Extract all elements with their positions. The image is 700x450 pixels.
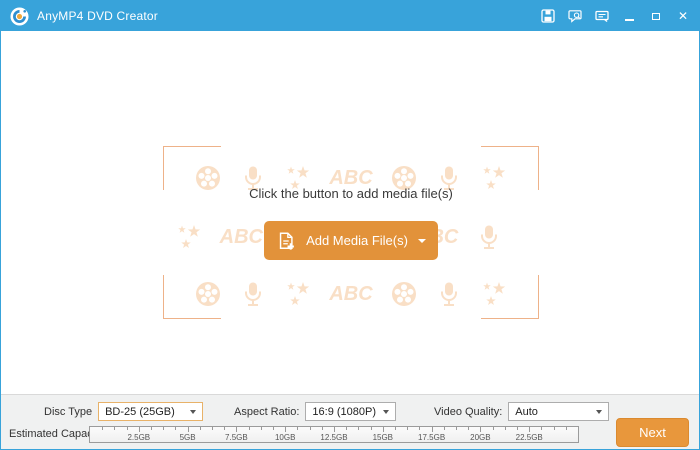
ruler-tick	[322, 427, 323, 430]
ruler-tick	[151, 427, 152, 430]
capacity-tick-label: 12.5GB	[320, 433, 347, 442]
ruler-tick	[383, 427, 384, 432]
capacity-tick-label: 2.5GB	[127, 433, 150, 442]
abc-icon: ABC	[220, 223, 263, 251]
capacity-tick-label: 15GB	[373, 433, 393, 442]
feedback-icon[interactable]	[568, 9, 582, 23]
ruler-tick	[407, 427, 408, 430]
ruler-tick	[554, 427, 555, 430]
ruler-tick	[236, 427, 237, 432]
next-button[interactable]: Next	[616, 418, 689, 447]
ruler-tick	[224, 427, 225, 430]
ruler-tick	[163, 427, 164, 430]
aspect-ratio-field: Aspect Ratio: 16:9 (1080P)	[234, 402, 396, 421]
ruler-tick	[346, 427, 347, 430]
ruler-tick	[480, 427, 481, 432]
capacity-tick-label: 20GB	[470, 433, 490, 442]
disc-type-field: Disc Type BD-25 (25GB)	[44, 402, 203, 421]
ruler-tick	[188, 427, 189, 432]
close-button[interactable]: ✕	[676, 9, 690, 23]
ruler-tick	[212, 427, 213, 430]
add-media-hint-text: Click the button to add media file(s)	[1, 186, 700, 201]
ruler-tick	[432, 427, 433, 432]
aspect-ratio-select[interactable]: 16:9 (1080P)	[305, 402, 396, 421]
chevron-down-icon	[418, 239, 426, 243]
film-reel-icon	[390, 280, 418, 308]
ruler-tick	[395, 427, 396, 430]
ruler-tick	[249, 427, 250, 430]
ruler-tick	[114, 427, 115, 430]
file-plus-icon	[276, 231, 296, 251]
aspect-ratio-value: 16:9 (1080P)	[312, 406, 376, 418]
capacity-ruler: 2.5GB 5GB 7.5GB 10GB 12.5GB 15GB 17.5GB 20GB 22.…	[89, 426, 579, 443]
ruler-tick	[102, 427, 103, 430]
stars-icon	[284, 280, 312, 308]
ruler-tick	[297, 427, 298, 430]
microphone-icon	[239, 280, 267, 308]
video-quality-select[interactable]: Auto	[508, 402, 609, 421]
burn-disc-icon[interactable]	[541, 9, 555, 23]
chevron-down-icon	[190, 410, 196, 414]
ruler-tick	[419, 427, 420, 430]
microphone-icon	[435, 280, 463, 308]
add-media-files-main-button[interactable]: Add Media File(s)	[264, 221, 438, 260]
ruler-tick	[285, 427, 286, 432]
stars-icon	[175, 223, 203, 251]
ruler-tick	[200, 427, 201, 430]
capacity-tick-label: 5GB	[180, 433, 196, 442]
app-window: AnyMP4 DVD Creator ✕ Add Media File(s) A…	[0, 0, 700, 450]
film-reel-icon	[194, 280, 222, 308]
microphone-icon	[475, 223, 503, 251]
video-quality-field: Video Quality: Auto	[434, 402, 609, 421]
video-quality-value: Auto	[515, 406, 538, 418]
disc-type-select[interactable]: BD-25 (25GB)	[98, 402, 203, 421]
add-media-main-label: Add Media File(s)	[306, 233, 408, 248]
ruler-tick	[517, 427, 518, 430]
ruler-tick	[261, 427, 262, 430]
ruler-tick	[541, 427, 542, 430]
ruler-tick	[310, 427, 311, 430]
minimize-button[interactable]	[622, 9, 636, 23]
ruler-tick	[529, 427, 530, 432]
aspect-ratio-label: Aspect Ratio:	[234, 406, 299, 418]
capacity-tick-label: 7.5GB	[225, 433, 248, 442]
disc-type-label: Disc Type	[44, 406, 92, 418]
stars-icon	[480, 280, 508, 308]
capacity-tick-label: 10GB	[275, 433, 295, 442]
menu-icon[interactable]	[595, 9, 609, 23]
chevron-down-icon	[596, 410, 602, 414]
ruler-tick	[371, 427, 372, 430]
ruler-tick	[505, 427, 506, 430]
capacity-tick-label: 17.5GB	[418, 433, 445, 442]
chevron-down-icon	[383, 410, 389, 414]
ruler-tick	[456, 427, 457, 430]
capacity-tick-label: 22.5GB	[516, 433, 543, 442]
next-button-label: Next	[639, 425, 666, 440]
ruler-tick	[273, 427, 274, 430]
video-quality-label: Video Quality:	[434, 406, 502, 418]
anymp4-logo-icon	[10, 7, 29, 26]
app-title: AnyMP4 DVD Creator	[37, 9, 158, 23]
media-drop-stage: ABC ABCABC ABC Click the button to add m…	[1, 31, 700, 394]
ruler-tick	[127, 427, 128, 430]
titlebar: AnyMP4 DVD Creator ✕	[1, 1, 699, 31]
abc-icon: ABC	[329, 280, 372, 308]
ruler-tick	[334, 427, 335, 432]
watermark-row-3: ABC	[1, 280, 700, 308]
ruler-tick	[139, 427, 140, 432]
maximize-button[interactable]	[649, 9, 663, 23]
ruler-tick	[566, 427, 567, 430]
disc-type-value: BD-25 (25GB)	[105, 406, 175, 418]
bottom-settings-panel: Disc Type BD-25 (25GB) Aspect Ratio: 16:…	[1, 394, 699, 449]
titlebar-actions: ✕	[541, 9, 690, 23]
ruler-tick	[444, 427, 445, 430]
ruler-tick	[175, 427, 176, 430]
ruler-tick	[493, 427, 494, 430]
ruler-tick	[468, 427, 469, 430]
ruler-tick	[358, 427, 359, 430]
